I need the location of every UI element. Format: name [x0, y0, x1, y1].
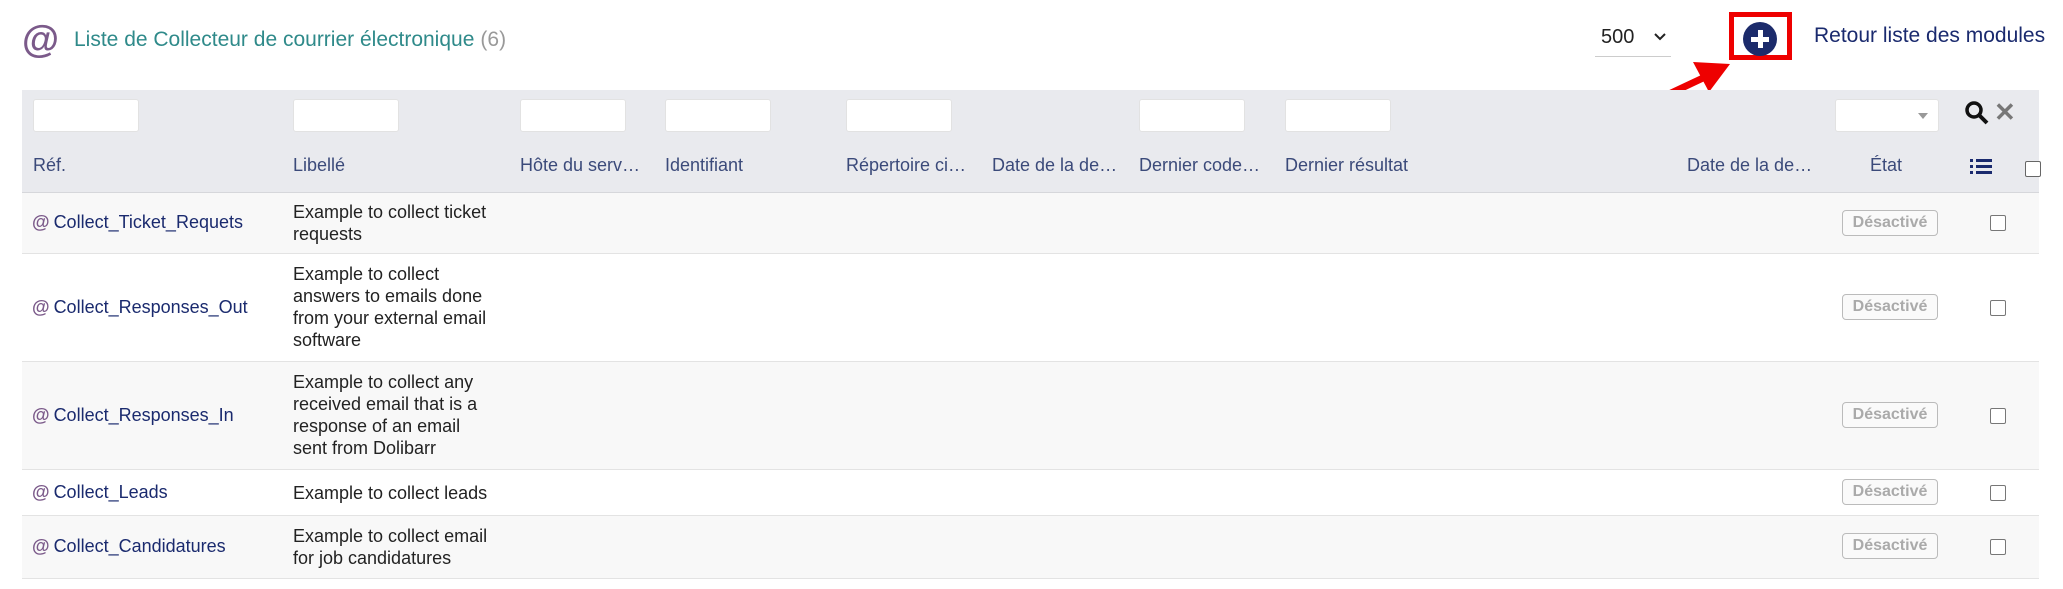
- filter-bar: ✕ Réf. Libellé Hôte du serv… Identifiant…: [22, 90, 2041, 193]
- column-header-label[interactable]: Libellé: [293, 155, 345, 176]
- page-size-value: 500: [1601, 26, 1635, 48]
- column-header-last-date[interactable]: Date de la de…: [992, 155, 1117, 176]
- at-icon: @: [32, 536, 50, 556]
- page-size-select[interactable]: 500: [1595, 20, 1671, 57]
- at-icon: @: [32, 212, 50, 232]
- filter-status-select[interactable]: [1835, 99, 1939, 132]
- table-row: @ Collect_Leads Example to collect leads …: [22, 470, 2039, 516]
- filter-label-input[interactable]: [293, 99, 399, 132]
- filter-lastresult-input[interactable]: [1285, 99, 1391, 132]
- row-ref-link[interactable]: @ Collect_Responses_In: [32, 405, 234, 426]
- at-icon: @: [22, 19, 60, 61]
- status-badge: Désactivé: [1842, 402, 1938, 428]
- row-label: Example to collect answers to emails done…: [293, 264, 487, 350]
- at-icon: @: [32, 482, 50, 502]
- search-icon[interactable]: [1964, 100, 1990, 126]
- status-badge: Désactivé: [1842, 210, 1938, 236]
- column-header-login[interactable]: Identifiant: [665, 155, 743, 176]
- status-badge: Désactivé: [1842, 294, 1938, 320]
- row-ref-link[interactable]: @ Collect_Candidatures: [32, 536, 226, 557]
- row-label: Example to collect ticket requests: [293, 202, 487, 244]
- clear-filter-icon[interactable]: ✕: [1994, 97, 2016, 127]
- page-title: Liste de Collecteur de courrier électron…: [74, 28, 507, 51]
- row-checkbox[interactable]: [1990, 485, 2006, 501]
- row-checkbox[interactable]: [1990, 215, 2006, 231]
- row-checkbox[interactable]: [1990, 539, 2006, 555]
- column-header-last-code[interactable]: Dernier code…: [1139, 155, 1260, 176]
- column-selector-icon[interactable]: [1970, 158, 1992, 176]
- filter-login-input[interactable]: [665, 99, 771, 132]
- status-badge: Désactivé: [1842, 533, 1938, 559]
- new-collector-button[interactable]: [1743, 22, 1777, 56]
- column-header-host[interactable]: Hôte du serv…: [520, 155, 640, 176]
- row-label: Example to collect leads: [293, 483, 488, 503]
- table-row: @ Collect_Ticket_Requets Example to colle…: [22, 193, 2039, 254]
- record-count: (6): [480, 28, 507, 51]
- row-ref-link[interactable]: @ Collect_Ticket_Requets: [32, 212, 243, 233]
- row-label: Example to collect email for job candidat…: [293, 526, 488, 568]
- filter-folder-input[interactable]: [846, 99, 952, 132]
- table-row: @ Collect_Responses_Out Example to collec…: [22, 254, 2039, 362]
- row-ref-link[interactable]: @ Collect_Responses_Out: [32, 297, 248, 318]
- status-badge: Désactivé: [1842, 479, 1938, 505]
- row-checkbox[interactable]: [1990, 300, 2006, 316]
- row-checkbox[interactable]: [1990, 408, 2006, 424]
- back-to-modules-link[interactable]: Retour liste des modules: [1814, 24, 2045, 48]
- filter-lastcode-input[interactable]: [1139, 99, 1245, 132]
- page-header: @ Liste de Collecteur de courrier électr…: [0, 0, 2063, 141]
- at-icon: @: [32, 405, 50, 425]
- dropdown-arrow-icon: [1918, 113, 1928, 119]
- column-header-status[interactable]: État: [1870, 155, 1902, 176]
- table-row: @ Collect_Candidatures Example to collect…: [22, 516, 2039, 579]
- column-header-folder[interactable]: Répertoire ci…: [846, 155, 966, 176]
- at-icon: @: [32, 297, 50, 317]
- column-header-date[interactable]: Date de la de…: [1687, 155, 1812, 176]
- column-header-ref[interactable]: Réf.: [33, 155, 66, 176]
- select-all-checkbox[interactable]: [2025, 161, 2041, 177]
- column-header-last-result[interactable]: Dernier résultat: [1285, 155, 1408, 176]
- filter-host-input[interactable]: [520, 99, 626, 132]
- row-ref-link[interactable]: @ Collect_Leads: [32, 482, 168, 503]
- filter-ref-input[interactable]: [33, 99, 139, 132]
- table-row: @ Collect_Responses_In Example to collect…: [22, 362, 2039, 470]
- row-label: Example to collect any received email tha…: [293, 372, 478, 458]
